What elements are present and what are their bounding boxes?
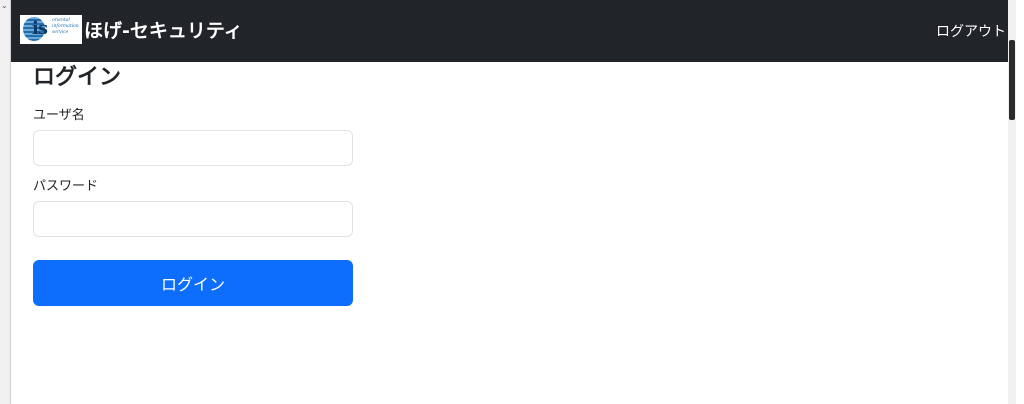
password-label: パスワード bbox=[33, 179, 99, 194]
page-title: ログイン bbox=[33, 65, 122, 90]
vertical-scrollbar[interactable] bbox=[1008, 0, 1016, 404]
brand[interactable]: is oriental information service ほげ-セキュリテ… bbox=[20, 15, 243, 44]
password-input[interactable] bbox=[33, 201, 353, 237]
top-navbar: is oriental information service ほげ-セキュリテ… bbox=[11, 0, 1016, 62]
username-input[interactable] bbox=[33, 130, 353, 166]
company-logo: is oriental information service bbox=[20, 15, 82, 44]
logo-letters: is bbox=[32, 18, 48, 39]
chevron-down-icon[interactable]: ⌄ bbox=[1, 2, 8, 10]
window-left-edge: ⌄ bbox=[0, 0, 11, 404]
logout-link[interactable]: ログアウト bbox=[936, 21, 1006, 41]
scrollbar-thumb[interactable] bbox=[1009, 40, 1015, 120]
username-label: ユーザ名 bbox=[33, 108, 85, 123]
brand-title[interactable]: ほげ-セキュリティ bbox=[84, 16, 243, 43]
logo-tagline: oriental information service bbox=[52, 18, 79, 35]
login-form: ログイン ユーザ名 パスワード ログイン bbox=[33, 62, 353, 306]
login-button[interactable]: ログイン bbox=[33, 260, 353, 306]
browser-viewport: is oriental information service ほげ-セキュリテ… bbox=[11, 0, 1016, 404]
